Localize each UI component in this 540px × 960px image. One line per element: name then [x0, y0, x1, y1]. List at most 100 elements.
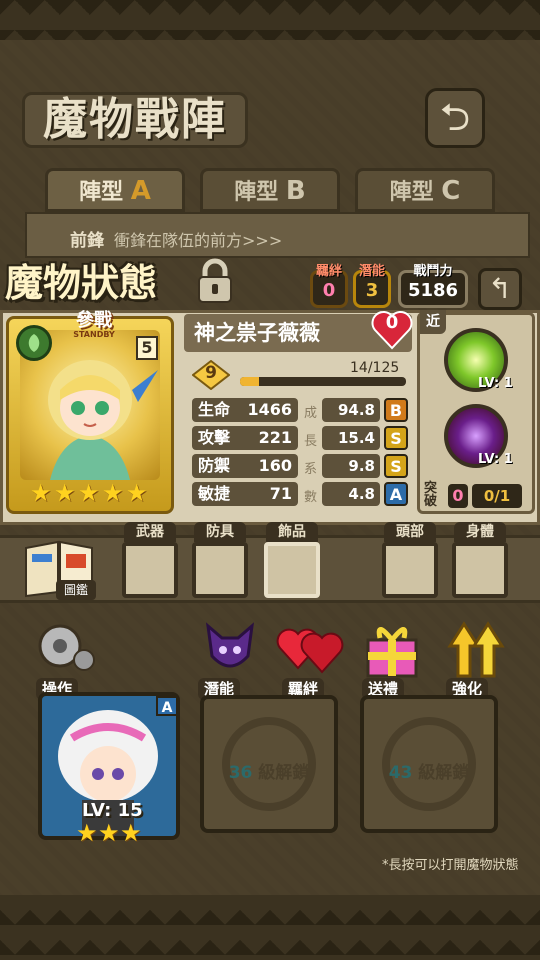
armor-slot[interactable] — [192, 542, 248, 598]
unlock-text-2: 43 級解鎖 — [360, 758, 498, 783]
unlock-text-1: 36 級解鎖 — [200, 758, 338, 783]
tab-letter: C — [441, 176, 461, 206]
upgrade-arrows-icon — [447, 621, 505, 678]
standby-label: 參戰 — [76, 310, 112, 331]
unlock-label: 級解鎖 — [418, 763, 470, 783]
exp-bar — [240, 377, 406, 386]
stat-label: 防禦 — [198, 456, 231, 475]
return-arrow-icon: ⮌ — [439, 95, 471, 139]
standby-sub: STANDBY — [73, 330, 115, 339]
enhance-button[interactable] — [444, 616, 508, 680]
potential-button[interactable] — [198, 616, 262, 680]
accessory-slot[interactable] — [264, 542, 320, 598]
star-icon: ★ — [98, 819, 120, 847]
gear-icon — [38, 624, 95, 671]
tab-label: 陣型 — [79, 180, 124, 205]
heart-count: 0 — [385, 312, 399, 333]
growth-label-char: 成 — [304, 406, 318, 421]
breakthrough-label: 突破 — [424, 481, 438, 509]
grass-element-icon — [16, 325, 52, 361]
grade-badge-agility: A — [384, 482, 408, 506]
star-icon: ★ — [30, 479, 52, 507]
stat-label: 攻擊 — [198, 428, 231, 447]
vanguard-description: 前鋒 衝鋒在隊伍的前方>>> — [70, 226, 282, 251]
page-title: 魔物戰陣 — [22, 92, 248, 148]
battle-power-value: 5186 — [407, 280, 459, 301]
star-icon: ★ — [54, 479, 76, 507]
skill-level: LV: 1 — [478, 452, 513, 467]
gift-icon — [366, 627, 418, 678]
gift-button[interactable] — [360, 616, 424, 680]
accessory-slot-label: 飾品 — [266, 522, 318, 542]
skill-level: LV: 1 — [478, 376, 513, 391]
monster-level: 9 — [205, 363, 217, 383]
breakthrough-value: 0 — [448, 484, 468, 508]
growth-defense: 9.8 — [322, 454, 380, 478]
potential-value: 3 — [365, 280, 379, 301]
unlock-level: 36 — [228, 763, 253, 783]
bond-label: 羈絆 — [315, 264, 342, 279]
tab-formation-a[interactable]: 陣型 A — [45, 168, 185, 212]
bond-stat: 羈絆 0 — [310, 264, 348, 308]
top-border-decoration — [0, 0, 540, 40]
growth-label-char: 長 — [304, 434, 318, 449]
stat-label: 敏捷 — [198, 484, 231, 503]
turn-arrow-icon: ↰ — [488, 272, 512, 305]
team-grade-badge: A — [156, 696, 178, 716]
codex-label: 圖鑑 — [56, 580, 96, 600]
stat-value: 160 — [258, 456, 292, 475]
demon-icon — [205, 622, 255, 668]
star-icon: ★ — [76, 819, 98, 847]
tab-label: 陣型 — [234, 180, 279, 205]
grade-badge-hp: B — [384, 398, 408, 422]
stat-value: 71 — [269, 484, 292, 503]
growth-label-char: 數 — [304, 490, 318, 505]
grade-badge-attack: S — [384, 426, 408, 450]
growth-hp: 94.8 — [322, 398, 380, 422]
stat-hp: 生命 1466 — [192, 398, 298, 422]
stat-attack: 攻擊 221 — [192, 426, 298, 450]
weapon-slot[interactable] — [122, 542, 178, 598]
stat-label: 生命 — [198, 400, 231, 419]
star-icon: ★ — [126, 479, 148, 507]
head-slot[interactable] — [382, 542, 438, 598]
growth-agility: 4.8 — [322, 482, 380, 506]
body-slot[interactable] — [452, 542, 508, 598]
potential-label: 潛能 — [358, 264, 385, 279]
growth-attack: 15.4 — [322, 426, 380, 450]
armor-slot-label: 防具 — [194, 522, 246, 542]
tab-formation-b[interactable]: 陣型 B — [200, 168, 340, 212]
vanguard-text: 衝鋒在隊伍的前方>>> — [114, 231, 283, 250]
long-press-hint: *長按可以打開魔物狀態 — [382, 858, 519, 873]
growth-label-char: 系 — [304, 462, 318, 477]
stat-value: 221 — [258, 428, 292, 447]
battle-power-stat: 戰鬥力 5186 — [398, 264, 468, 308]
tab-letter: B — [285, 176, 306, 206]
bottom-border-decoration — [0, 895, 540, 960]
weapon-slot-label: 武器 — [124, 522, 176, 542]
tab-formation-c[interactable]: 陣型 C — [355, 168, 495, 212]
stat-agility: 敏捷 71 — [192, 482, 298, 506]
operate-button[interactable] — [30, 618, 98, 680]
lock-icon[interactable] — [196, 258, 234, 304]
unlock-label: 級解鎖 — [258, 763, 310, 783]
potential-stat: 潛能 3 — [353, 264, 391, 308]
range-tag: 近 — [420, 310, 446, 334]
stat-defense: 防禦 160 — [192, 454, 298, 478]
cost-badge: 5 — [136, 336, 158, 360]
team-monster-level: LV: 15 — [82, 800, 143, 821]
head-slot-label: 頭部 — [384, 522, 436, 542]
battle-power-label: 戰鬥力 — [413, 264, 453, 279]
star-icon: ★ — [102, 479, 124, 507]
bond-button[interactable] — [276, 616, 344, 680]
bond-value: 0 — [322, 280, 336, 301]
exp-text: 14/125 — [350, 360, 400, 376]
monster-status-title: 魔物狀態 — [5, 261, 158, 305]
unlock-level: 43 — [388, 763, 413, 783]
star-icon: ★ — [78, 479, 100, 507]
breakthrough-max: 0/1 — [472, 484, 522, 508]
body-slot-label: 身體 — [454, 522, 506, 542]
switch-button[interactable]: ↰ — [478, 268, 522, 310]
vanguard-label: 前鋒 — [70, 231, 104, 251]
back-button[interactable]: ⮌ — [425, 88, 485, 148]
